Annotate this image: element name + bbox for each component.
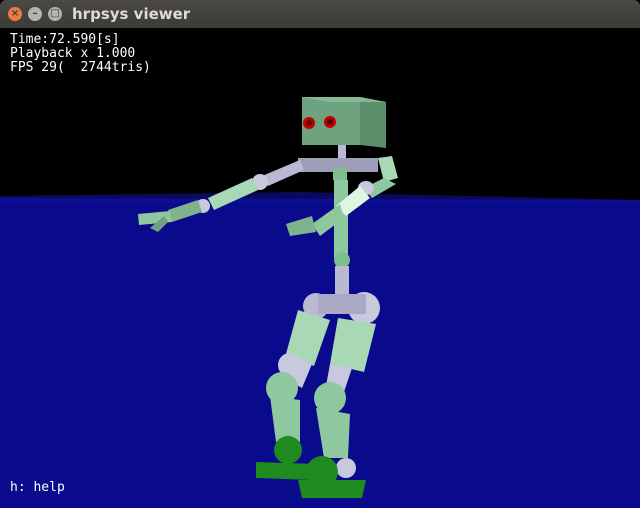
title-bar[interactable]: × – □ hrpsys viewer (0, 0, 640, 28)
hud-playback: Playback x 1.000 (10, 46, 136, 61)
maximize-icon[interactable]: □ (48, 7, 62, 21)
hud-time: Time:72.590[s] (10, 32, 120, 47)
window-title: hrpsys viewer (72, 5, 191, 23)
minimize-icon[interactable]: – (28, 7, 42, 21)
robot-head (302, 97, 386, 148)
viewer-window: × – □ hrpsys viewer Time:72.590[s] Playb… (0, 0, 640, 508)
hud-fps: FPS 29( 2744tris) (10, 60, 151, 75)
hud-help: h: help (10, 480, 65, 495)
close-icon[interactable]: × (8, 7, 22, 21)
3d-viewport[interactable]: Time:72.590[s] Playback x 1.000 FPS 29( … (0, 28, 640, 508)
scene-render (0, 97, 640, 508)
